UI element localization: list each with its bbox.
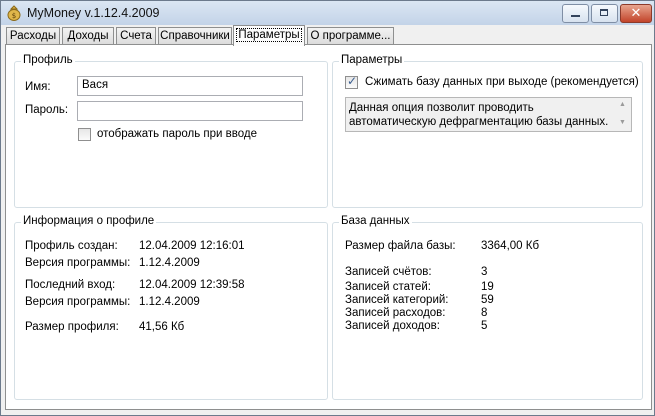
- show-password-label[interactable]: отображать пароль при вводе: [97, 128, 257, 140]
- profile-group: Профиль Имя: Вася Пароль: отображать пар…: [14, 54, 328, 208]
- password-input[interactable]: [77, 101, 303, 121]
- close-button[interactable]: ✕: [620, 4, 652, 23]
- show-password-checkbox[interactable]: [78, 128, 91, 141]
- info-value: 1.12.4.2009: [139, 257, 200, 269]
- minimize-icon: [571, 15, 580, 17]
- db-stat-label: Записей расходов:: [345, 307, 446, 319]
- maximize-icon: [600, 9, 608, 16]
- tab-about[interactable]: О программе...: [307, 27, 394, 44]
- info-label: Размер профиля:: [25, 321, 119, 333]
- db-stat-value: 19: [481, 281, 494, 293]
- compress-db-label[interactable]: Сжимать базу данных при выходе (рекоменд…: [365, 76, 639, 88]
- parameters-group: Параметры ✓ Сжимать базу данных при выхо…: [332, 54, 643, 208]
- profile-group-title: Профиль: [21, 54, 75, 66]
- info-label: Версия программы:: [25, 257, 131, 269]
- app-window: $ MyMoney v.1.12.4.2009 ✕ Расходы Доходы…: [0, 0, 655, 416]
- info-value: 12.04.2009 12:16:01: [139, 240, 245, 252]
- scroll-down-icon[interactable]: ▼: [619, 119, 626, 126]
- minimize-button[interactable]: [562, 4, 589, 23]
- tab-settings[interactable]: Параметры: [233, 25, 305, 46]
- close-icon: ✕: [630, 5, 642, 20]
- scroll-up-icon[interactable]: ▲: [619, 101, 626, 108]
- tab-label: Доходы: [67, 30, 109, 42]
- parameters-group-title: Параметры: [339, 54, 405, 66]
- name-input[interactable]: Вася: [77, 76, 303, 96]
- info-value: 41,56 Кб: [139, 321, 185, 333]
- db-file-size-label: Размер файла базы:: [345, 240, 456, 252]
- db-stat-label: Записей категорий:: [345, 294, 449, 306]
- db-stat-value: 3: [481, 266, 488, 278]
- description-scrollbar[interactable]: ▲ ▼: [616, 99, 630, 131]
- tab-expenses[interactable]: Расходы: [6, 27, 60, 44]
- db-stat-label: Записей статей:: [345, 281, 431, 293]
- money-bag-icon: $: [7, 5, 21, 21]
- name-label: Имя:: [25, 81, 51, 93]
- maximize-button[interactable]: [591, 4, 618, 23]
- tab-label: О программе...: [310, 30, 391, 42]
- svg-text:$: $: [12, 12, 16, 20]
- db-file-size-value: 3364,00 Кб: [481, 240, 540, 252]
- name-input-value: Вася: [82, 79, 109, 91]
- db-stat-label: Записей счётов:: [345, 266, 432, 278]
- db-stat-value: 5: [481, 320, 488, 332]
- option-description-text: Данная опция позволит проводить автомати…: [349, 102, 609, 128]
- db-stat-value: 8: [481, 307, 488, 319]
- settings-panel: Профиль Имя: Вася Пароль: отображать пар…: [5, 44, 652, 410]
- tab-references[interactable]: Справочники: [158, 27, 232, 44]
- db-stat-value: 59: [481, 294, 494, 306]
- database-group-title: База данных: [339, 215, 412, 227]
- tab-accounts[interactable]: Счета: [116, 27, 156, 44]
- checkmark-icon: ✓: [347, 74, 358, 88]
- compress-db-checkbox[interactable]: ✓: [345, 74, 358, 89]
- tab-label: Параметры: [236, 28, 302, 42]
- database-group: База данных Размер файла базы: 3364,00 К…: [332, 215, 643, 400]
- info-value: 12.04.2009 12:39:58: [139, 279, 245, 291]
- window-title: MyMoney v.1.12.4.2009: [27, 6, 160, 20]
- db-stat-label: Записей доходов:: [345, 320, 440, 332]
- tab-label: Расходы: [9, 30, 57, 42]
- tab-income[interactable]: Доходы: [62, 27, 114, 44]
- option-description-box[interactable]: Данная опция позволит проводить автомати…: [345, 97, 632, 132]
- password-label: Пароль:: [25, 104, 69, 116]
- info-label: Профиль создан:: [25, 240, 118, 252]
- tab-label: Счета: [120, 30, 152, 42]
- profile-info-group-title: Информация о профиле: [21, 215, 157, 227]
- tab-label: Справочники: [160, 30, 230, 42]
- info-label: Версия программы:: [25, 296, 131, 308]
- title-bar[interactable]: $ MyMoney v.1.12.4.2009 ✕: [1, 1, 654, 25]
- info-label: Последний вход:: [25, 279, 116, 291]
- profile-info-group: Информация о профиле Профиль создан: 12.…: [14, 215, 328, 400]
- info-value: 1.12.4.2009: [139, 296, 200, 308]
